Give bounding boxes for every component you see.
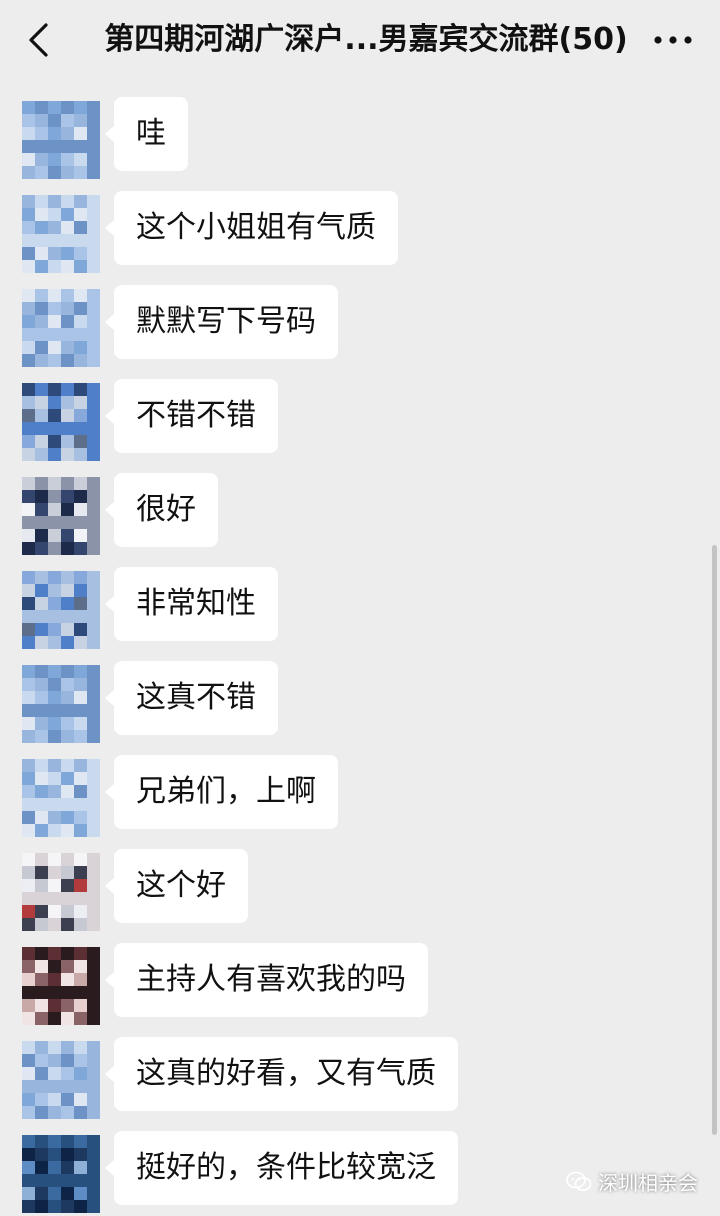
message-row: 这真的好看，又有气质 <box>0 1037 700 1119</box>
message-bubble[interactable]: 非常知性 <box>105 567 278 641</box>
avatar[interactable] <box>22 571 100 649</box>
avatar[interactable] <box>22 759 100 837</box>
message-bubble[interactable]: 默默写下号码 <box>105 285 338 359</box>
chevron-left-icon <box>29 23 48 57</box>
avatar[interactable] <box>22 101 100 179</box>
message-bubble[interactable]: 哇 <box>105 97 188 171</box>
message-bubble[interactable]: 挺好的，条件比较宽泛 <box>105 1131 458 1205</box>
avatar[interactable] <box>22 1041 100 1119</box>
message-bubble[interactable]: 这真不错 <box>105 661 278 735</box>
message-bubble[interactable]: 很好 <box>105 473 218 547</box>
watermark: 深圳相亲会 <box>566 1167 698 1196</box>
message-bubble[interactable]: 这真的好看，又有气质 <box>105 1037 458 1111</box>
avatar[interactable] <box>22 289 100 367</box>
message-row: 这个小姐姐有气质 <box>0 191 700 273</box>
message-row: 非常知性 <box>0 567 700 649</box>
watermark-text: 深圳相亲会 <box>598 1171 698 1195</box>
message-row: 兄弟们，上啊 <box>0 755 700 837</box>
message-bubble[interactable]: 这个好 <box>105 849 248 923</box>
chat-title: 第四期河湖广深户...男嘉宾交流群(50) <box>104 22 628 57</box>
more-dots-icon <box>654 36 692 44</box>
message-row: 很好 <box>0 473 700 555</box>
wechat-icon <box>566 1171 592 1193</box>
scrollbar[interactable] <box>712 545 717 1135</box>
avatar[interactable] <box>22 195 100 273</box>
avatar[interactable] <box>22 853 100 931</box>
message-row: 哇 <box>0 97 700 179</box>
message-bubble[interactable]: 兄弟们，上啊 <box>105 755 338 829</box>
more-button[interactable] <box>648 20 698 60</box>
back-button[interactable] <box>18 18 58 62</box>
message-row: 不错不错 <box>0 379 700 461</box>
message-row: 主持人有喜欢我的吗 <box>0 943 700 1025</box>
message-list[interactable]: 哇这个小姐姐有气质 默默写下号码 不错不错很好非常知性这真不错兄弟们，上啊 这个好主持… <box>0 80 720 1216</box>
avatar[interactable] <box>22 665 100 743</box>
message-row: 这个好 <box>0 849 700 931</box>
chat-header: 第四期河湖广深户...男嘉宾交流群(50) <box>0 0 720 80</box>
message-bubble[interactable]: 这个小姐姐有气质 <box>105 191 398 265</box>
avatar[interactable] <box>22 383 100 461</box>
avatar[interactable] <box>22 1135 100 1213</box>
message-row: 默默写下号码 <box>0 285 700 367</box>
message-bubble[interactable]: 主持人有喜欢我的吗 <box>105 943 428 1017</box>
message-row: 这真不错 <box>0 661 700 743</box>
avatar[interactable] <box>22 947 100 1025</box>
message-bubble[interactable]: 不错不错 <box>105 379 278 453</box>
avatar[interactable] <box>22 477 100 555</box>
